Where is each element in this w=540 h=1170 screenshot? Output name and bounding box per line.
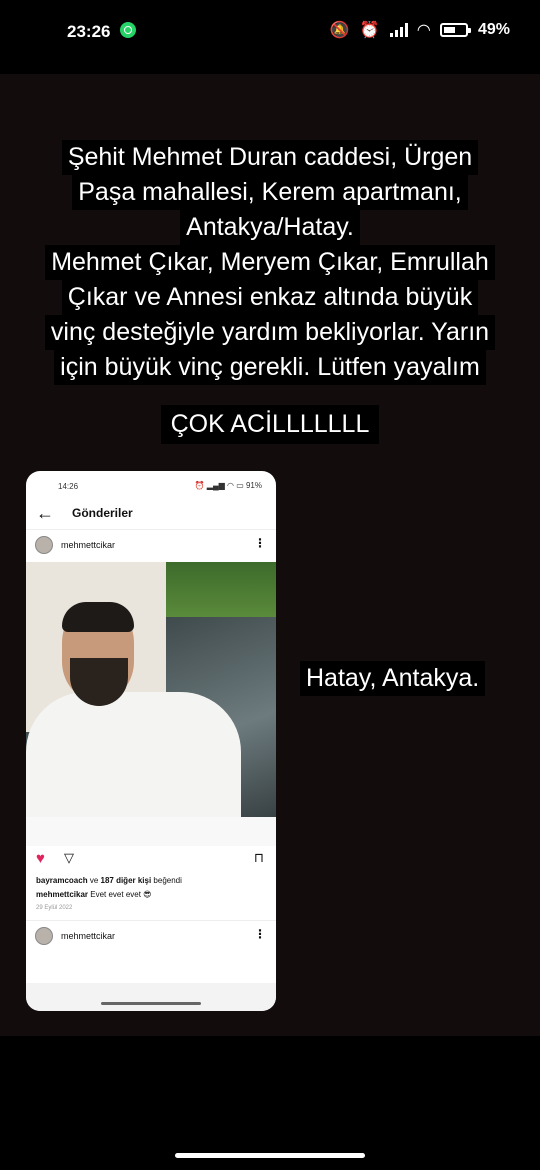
urgent-label: ÇOK ACİLLLLLLL [160, 405, 380, 444]
embedded-screenshot: 14:26 ⏰ ▂▄▆ ◠ ▭ 91% ← Gönderiler mehmett… [26, 471, 276, 1011]
wifi-icon: ◠ [417, 22, 430, 39]
embedded-header: ← Gönderiler [26, 499, 276, 529]
send-icon: ▽ [64, 850, 74, 865]
likes-suffix: beğendi [151, 876, 182, 885]
photo-hair [62, 602, 134, 632]
caption-line: Mehmet Çıkar, Meryem Çıkar, Emrullah [45, 245, 495, 280]
location-label: Hatay, Antakya. [300, 661, 486, 696]
post-username: mehmettcikar [61, 540, 116, 550]
embedded-title: Gönderiler [72, 506, 133, 520]
alarm-icon: ⏰ [359, 22, 380, 39]
caption-line: Paşa mahallesi, Kerem apartmanı, [72, 175, 468, 210]
embedded-battery: 91% [245, 481, 262, 490]
caption-line: Antakya/Hatay. [180, 210, 360, 245]
mute-icon: 🔕 [329, 22, 350, 39]
bookmark-icon: ⊓ [253, 850, 264, 865]
caption-line: vinç desteğiyle yardım bekliyorlar. Yarı… [44, 315, 496, 350]
avatar [35, 927, 53, 945]
embedded-status-icons: ⏰ ▂▄▆ ◠ ▭ 91% [194, 481, 262, 490]
embedded-nav-area [26, 983, 276, 1011]
avatar [35, 536, 53, 554]
caption-line: Şehit Mehmet Duran caddesi, Ürgen [61, 140, 479, 175]
heart-icon: ♥ [36, 850, 45, 867]
caption-user: mehmettcikar [36, 890, 89, 899]
whatsapp-icon [120, 22, 136, 38]
more-icon: ⋮ [254, 927, 266, 941]
embedded-status-bar: 14:26 ⏰ ▂▄▆ ◠ ▭ 91% [26, 471, 276, 499]
status-icons: 🔕 ⏰ ◠ 49% [330, 20, 510, 40]
story-caption: Şehit Mehmet Duran caddesi, Ürgen Paşa m… [0, 140, 540, 385]
caption-text: Evet evet evet 😎 [88, 890, 152, 899]
more-icon: ⋮ [254, 536, 266, 550]
post-actions: ♥ ▽ ⊓ [26, 846, 276, 874]
likes-user: bayramcoach [36, 876, 88, 885]
signal-icon [389, 23, 408, 37]
post-photo [26, 562, 276, 846]
back-arrow-icon: ← [36, 503, 54, 523]
next-post-username: mehmettcikar [61, 931, 116, 941]
post-caption: mehmettcikar Evet evet evet 😎 [26, 888, 276, 902]
post-header: mehmettcikar ⋮ [26, 529, 276, 562]
home-indicator[interactable] [175, 1153, 365, 1158]
battery-percent: 49% [477, 21, 510, 38]
embedded-time: 14:26 [58, 482, 79, 491]
likes-mid: ve [87, 876, 101, 885]
embedded-home-indicator [101, 1002, 201, 1005]
likes-line: bayramcoach ve 187 diğer kişi beğendi [26, 874, 276, 888]
post-date: 29 Eylül 2022 [36, 905, 73, 911]
caption-line: Çıkar ve Annesi enkaz altında büyük [61, 280, 479, 315]
status-bar: 23:26 🔕 ⏰ ◠ 49% [0, 0, 540, 64]
battery-icon [439, 23, 471, 37]
status-time: 23:26 [67, 22, 111, 41]
urgent-text: ÇOK ACİLLLLLLL [0, 405, 540, 444]
caption-line: için büyük vinç gerekli. Lütfen yayalım [54, 350, 486, 385]
next-post-header: mehmettcikar ⋮ [26, 920, 276, 953]
likes-count: 187 diğer kişi [100, 876, 152, 885]
photo-table [26, 817, 276, 846]
